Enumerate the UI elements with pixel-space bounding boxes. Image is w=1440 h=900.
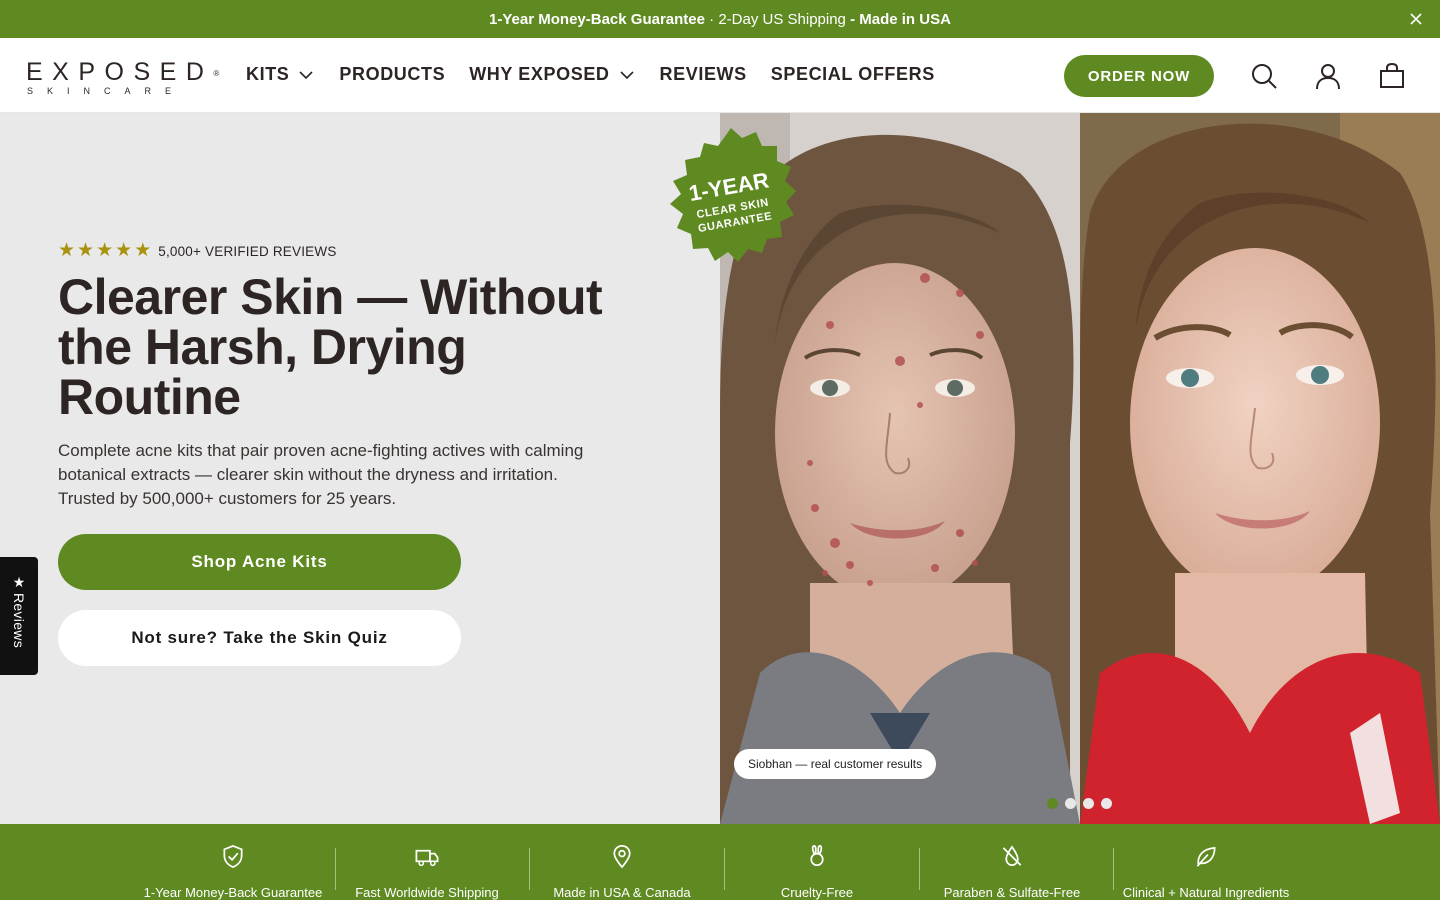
feature-label: Made in USA & Canada <box>553 885 691 900</box>
nav-item-label: REVIEWS <box>659 64 747 84</box>
carousel-dot-1[interactable] <box>1047 798 1058 809</box>
carousel-dot-4[interactable] <box>1101 798 1112 809</box>
logo-registered-mark: ® <box>213 69 220 78</box>
location-pin-icon <box>613 845 631 869</box>
feature-label: Cruelty-Free <box>780 885 854 900</box>
nav-item-reviews[interactable]: REVIEWS <box>660 64 747 85</box>
photo-caption: Siobhan — real customer results <box>734 749 937 779</box>
nav-item-special-offers[interactable]: SPECIAL OFFERS <box>771 64 935 85</box>
logo-subtitle: SKINCARE <box>27 86 186 96</box>
main-nav: KITS PRODUCTS WHY EXPOSED REVIEWS SPECIA… <box>246 64 959 85</box>
feature-label: Clinical + Natural Ingredients <box>1122 885 1290 900</box>
feature-divider <box>919 848 920 890</box>
feature-divider <box>724 848 725 890</box>
nav-item-products[interactable]: PRODUCTS <box>339 64 445 85</box>
star-icon: ★ <box>96 240 114 261</box>
nav-item-label: SPECIAL OFFERS <box>770 64 935 84</box>
carousel-dots <box>1047 798 1119 809</box>
announcement-made-in: Made in USA <box>859 10 951 28</box>
feature-label: 1-Year Money-Back Guarantee <box>143 885 323 900</box>
shield-check-icon <box>223 844 243 869</box>
hero-subtext: Complete acne kits that pair proven acne… <box>58 441 584 508</box>
after-photo <box>1080 113 1440 824</box>
carousel-dot-2[interactable] <box>1065 798 1076 809</box>
feature-ingredients: Clinical + Natural Ingredients <box>1109 824 1303 900</box>
feature-label: Fast Worldwide Shipping <box>355 885 499 900</box>
truck-icon <box>415 849 439 867</box>
rating-summary[interactable]: ★ ★ ★ ★ ★ 5,000+ VERIFIED REVIEWS <box>58 241 337 261</box>
announcement-shipping: 2-Day US Shipping <box>718 10 846 28</box>
chevron-down-icon <box>299 70 313 79</box>
star-icon: ★ <box>134 240 152 261</box>
close-icon <box>1410 13 1422 25</box>
feature-divider <box>1113 848 1114 890</box>
feature-cruelty-free: Cruelty-Free <box>720 824 914 900</box>
feature-divider <box>335 848 336 890</box>
chevron-down-icon <box>619 70 634 79</box>
order-now-button[interactable]: ORDER NOW <box>1064 55 1214 97</box>
after-face-illustration <box>1080 113 1440 824</box>
announcement-bar: 1-Year Money-Back Guarantee · 2-Day US S… <box>0 0 1440 38</box>
nav-item-label: PRODUCTS <box>339 64 446 84</box>
star-icon: ★ <box>12 574 26 590</box>
announcement-dash: - <box>845 10 860 28</box>
skin-quiz-button[interactable]: Not sure? Take the Skin Quiz <box>58 610 461 666</box>
nav-item-label: WHY EXPOSED <box>469 64 610 84</box>
cart-icon[interactable] <box>1378 62 1406 90</box>
features-bar: 1-Year Money-Back Guarantee Fast Worldwi… <box>0 824 1440 900</box>
feature-label: Paraben & Sulfate-Free <box>943 885 1081 900</box>
logo-wordmark: EXPOSED <box>26 58 214 86</box>
carousel-dot-3[interactable] <box>1083 798 1094 809</box>
feature-paraben-free: Paraben & Sulfate-Free <box>915 824 1109 900</box>
reviews-tab-label: Reviews <box>11 593 27 649</box>
feature-divider <box>529 848 530 890</box>
no-drop-icon <box>1002 845 1022 867</box>
site-header: EXPOSED® SKINCARE KITS PRODUCTS WHY EXPO… <box>0 38 1440 113</box>
star-icon: ★ <box>77 240 95 261</box>
nav-item-label: KITS <box>246 64 290 84</box>
feature-made-in: Made in USA & Canada <box>525 824 719 900</box>
verified-reviews-count: 5,000+ VERIFIED REVIEWS <box>158 243 337 259</box>
nav-item-kits[interactable]: KITS <box>246 64 315 85</box>
nav-item-why-exposed[interactable]: WHY EXPOSED <box>469 64 635 85</box>
bunny-icon <box>810 845 824 867</box>
feature-guarantee: 1-Year Money-Back Guarantee <box>136 824 330 900</box>
hero-headline: Clearer Skin — Without the Harsh, Drying… <box>58 269 603 425</box>
close-announcement-button[interactable] <box>1406 9 1426 29</box>
announcement-separator: · <box>704 10 719 28</box>
shop-acne-kits-button[interactable]: Shop Acne Kits <box>58 534 461 590</box>
leaf-icon <box>1196 846 1216 867</box>
feature-shipping: Fast Worldwide Shipping <box>330 824 524 900</box>
star-icon: ★ <box>58 240 76 261</box>
brand-logo[interactable]: EXPOSED® SKINCARE <box>26 60 222 98</box>
announcement-guarantee: 1-Year Money-Back Guarantee <box>489 10 705 28</box>
guarantee-badge: 1-YEAR CLEAR SKIN GUARANTEE <box>670 128 796 262</box>
reviews-side-tab[interactable]: ★ Reviews <box>0 557 38 675</box>
account-icon[interactable] <box>1314 62 1342 90</box>
search-icon[interactable] <box>1250 62 1278 90</box>
star-icon: ★ <box>115 240 133 261</box>
